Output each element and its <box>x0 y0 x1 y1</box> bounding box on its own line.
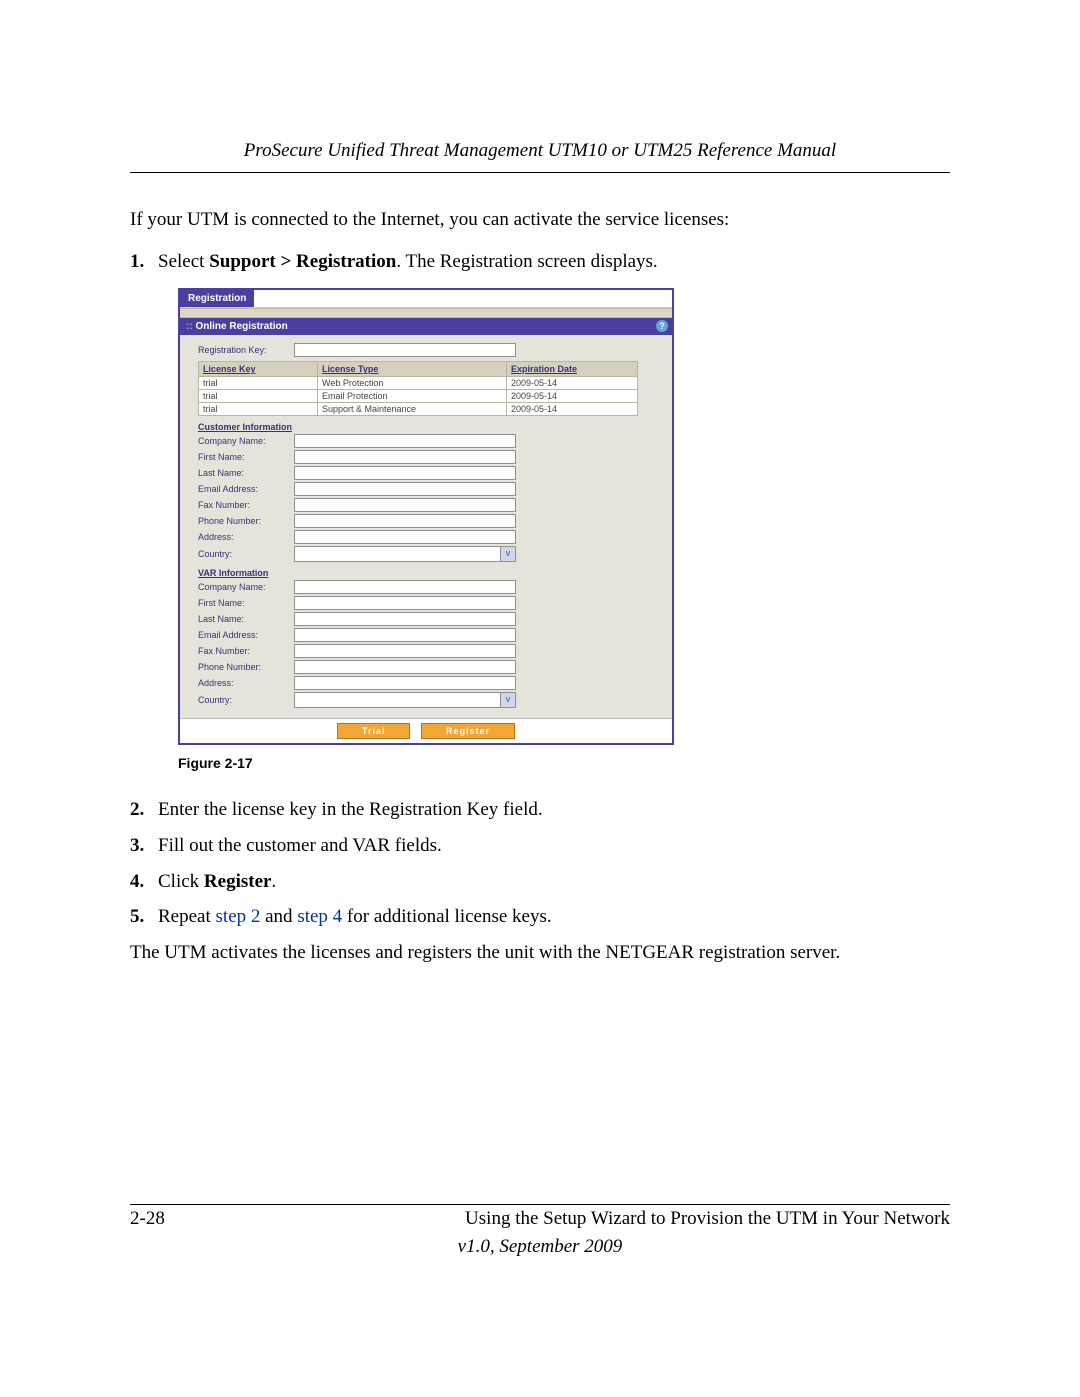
th-license-key: License Key <box>199 362 318 377</box>
var-company-label: Company Name: <box>198 582 294 592</box>
trial-button[interactable]: Trial <box>337 723 411 739</box>
cust-first-label: First Name: <box>198 452 294 462</box>
registration-screenshot: Registration :: Online Registration ? Re… <box>178 288 674 745</box>
var-phone-input[interactable] <box>294 660 516 674</box>
var-country-label: Country: <box>198 695 294 705</box>
cust-last-input[interactable] <box>294 466 516 480</box>
var-fax-input[interactable] <box>294 644 516 658</box>
license-table: License Key License Type Expiration Date… <box>198 361 638 416</box>
cust-country-label: Country: <box>198 549 294 559</box>
step-3: 3. Fill out the customer and VAR fields. <box>130 833 950 859</box>
chevron-down-icon: v <box>500 547 515 561</box>
cust-email-label: Email Address: <box>198 484 294 494</box>
table-row: trialSupport & Maintenance2009-05-14 <box>199 403 638 416</box>
register-button[interactable]: Register <box>421 723 515 739</box>
step-2: 2. Enter the license key in the Registra… <box>130 797 950 823</box>
cust-fax-label: Fax Number: <box>198 500 294 510</box>
var-email-label: Email Address: <box>198 630 294 640</box>
cust-last-label: Last Name: <box>198 468 294 478</box>
cust-company-input[interactable] <box>294 434 516 448</box>
step-4-text-a: Click <box>158 871 204 892</box>
step-5-text-c: for additional license keys. <box>342 906 551 927</box>
var-first-input[interactable] <box>294 596 516 610</box>
step-5-number: 5. <box>130 904 144 930</box>
cust-phone-label: Phone Number: <box>198 516 294 526</box>
registration-panel: Registration Key: License Key License Ty… <box>180 335 672 718</box>
var-phone-label: Phone Number: <box>198 662 294 672</box>
var-last-input[interactable] <box>294 612 516 626</box>
subtab-bar <box>180 308 672 318</box>
step-1-text-b: . The Registration screen displays. <box>396 251 657 272</box>
registration-key-input[interactable] <box>294 343 516 357</box>
section-bar-online-registration: :: Online Registration ? <box>180 318 672 335</box>
section-bar-title: Online Registration <box>195 321 287 332</box>
step-1-number: 1. <box>130 249 144 275</box>
var-fax-label: Fax Number: <box>198 646 294 656</box>
running-header: ProSecure Unified Threat Management UTM1… <box>130 140 950 162</box>
th-expiration-date: Expiration Date <box>507 362 638 377</box>
closing-paragraph: The UTM activates the licenses and regis… <box>130 940 950 966</box>
step-2-link[interactable]: step 2 <box>216 906 261 927</box>
step-5-text-b: and <box>260 906 297 927</box>
cust-addr-label: Address: <box>198 532 294 542</box>
footer-rule <box>130 1204 950 1205</box>
cust-first-input[interactable] <box>294 450 516 464</box>
step-2-number: 2. <box>130 797 144 823</box>
help-icon[interactable]: ? <box>656 320 668 332</box>
var-last-label: Last Name: <box>198 614 294 624</box>
registration-key-label: Registration Key: <box>198 345 294 355</box>
step-1-bold: Support > Registration <box>209 251 396 272</box>
cust-country-select[interactable]: v <box>294 546 516 562</box>
figure-caption: Figure 2-17 <box>178 755 950 771</box>
step-2-text: Enter the license key in the Registratio… <box>158 799 543 820</box>
var-addr-input[interactable] <box>294 676 516 690</box>
table-row: trialEmail Protection2009-05-14 <box>199 390 638 403</box>
chevron-down-icon: v <box>500 693 515 707</box>
table-row: trialWeb Protection2009-05-14 <box>199 377 638 390</box>
cust-company-label: Company Name: <box>198 436 294 446</box>
step-3-text: Fill out the customer and VAR fields. <box>158 835 442 856</box>
var-info-heading: VAR Information <box>198 568 654 578</box>
th-license-type: License Type <box>318 362 507 377</box>
step-4: 4. Click Register. <box>130 869 950 895</box>
var-country-select[interactable]: v <box>294 692 516 708</box>
footer-chapter: Using the Setup Wizard to Provision the … <box>465 1208 950 1230</box>
customer-info-heading: Customer Information <box>198 422 654 432</box>
step-4-number: 4. <box>130 869 144 895</box>
var-addr-label: Address: <box>198 678 294 688</box>
tab-strip: Registration <box>180 290 672 308</box>
cust-fax-input[interactable] <box>294 498 516 512</box>
step-5-text-a: Repeat <box>158 906 216 927</box>
step-4-link[interactable]: step 4 <box>297 906 342 927</box>
page-number: 2-28 <box>130 1208 165 1230</box>
step-4-bold: Register <box>204 871 272 892</box>
button-bar: Trial Register <box>180 718 672 743</box>
step-1: 1. Select Support > Registration. The Re… <box>130 249 950 275</box>
footer-version: v1.0, September 2009 <box>130 1236 950 1258</box>
var-company-input[interactable] <box>294 580 516 594</box>
cust-email-input[interactable] <box>294 482 516 496</box>
step-1-text-a: Select <box>158 251 209 272</box>
registration-tab[interactable]: Registration <box>180 290 254 307</box>
intro-paragraph: If your UTM is connected to the Internet… <box>130 207 950 233</box>
cust-phone-input[interactable] <box>294 514 516 528</box>
cust-addr-input[interactable] <box>294 530 516 544</box>
header-rule <box>130 172 950 173</box>
var-email-input[interactable] <box>294 628 516 642</box>
step-3-number: 3. <box>130 833 144 859</box>
step-4-text-b: . <box>271 871 276 892</box>
var-first-label: First Name: <box>198 598 294 608</box>
step-5: 5. Repeat step 2 and step 4 for addition… <box>130 904 950 930</box>
